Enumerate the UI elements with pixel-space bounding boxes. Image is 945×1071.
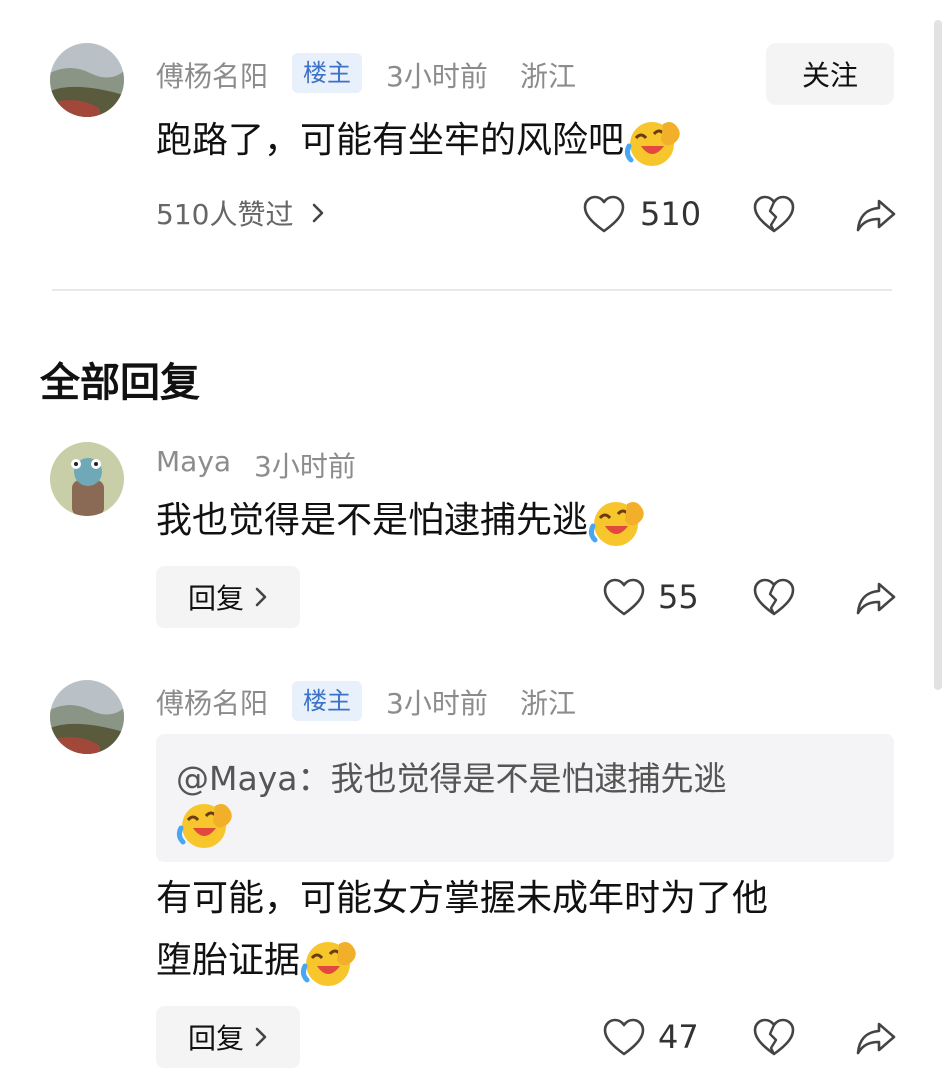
chevron-right-icon: [254, 1026, 268, 1048]
author-name[interactable]: 傅杨名阳: [156, 55, 268, 95]
comment-location: 浙江: [520, 687, 577, 720]
reply-text-line-1: 有可能，可能女方掌握未成年时为了他: [156, 878, 769, 919]
reply-text: 我也觉得是不是怕逮捕先逃: [156, 500, 589, 541]
comment-text: 跑路了，可能有坐牢的风险吧: [156, 120, 625, 161]
laugh-cry-emoji: [176, 798, 236, 850]
reply-text-line-2: 堕胎证据: [156, 940, 301, 981]
heart-icon[interactable]: [582, 195, 626, 235]
comment-time: 3小时前: [254, 450, 356, 483]
liked-by-text: 510人赞过: [156, 198, 294, 231]
reply-button[interactable]: 回复: [156, 1006, 300, 1068]
laugh-cry-emoji: [588, 496, 648, 548]
reply-label: 回复: [187, 582, 244, 615]
quote-text: @Maya：我也觉得是不是怕逮捕先逃: [176, 759, 727, 798]
comment-time: 3小时前: [386, 687, 488, 720]
laugh-cry-emoji: [300, 936, 360, 988]
share-icon[interactable]: [854, 1018, 898, 1058]
divider: [52, 289, 892, 291]
like-count: 55: [658, 578, 699, 616]
liked-by-link[interactable]: 510人赞过: [156, 193, 325, 233]
heart-icon[interactable]: [602, 1018, 646, 1058]
comment-body: 跑路了，可能有坐牢的风险吧: [156, 110, 684, 172]
reply-label: 回复: [187, 1022, 244, 1055]
broken-heart-icon[interactable]: [752, 195, 796, 235]
op-badge: 楼主: [292, 53, 362, 93]
quoted-reply[interactable]: @Maya：我也觉得是不是怕逮捕先逃: [156, 734, 894, 862]
like-count: 47: [658, 1018, 699, 1056]
share-icon[interactable]: [854, 578, 898, 618]
share-icon[interactable]: [854, 195, 898, 235]
reply-button[interactable]: 回复: [156, 566, 300, 628]
comment-location: 浙江: [520, 60, 577, 93]
laugh-cry-emoji: [624, 116, 684, 168]
comment-time: 3小时前: [386, 60, 488, 93]
follow-button[interactable]: 关注: [766, 43, 894, 105]
avatar[interactable]: [50, 442, 124, 516]
heart-icon[interactable]: [602, 578, 646, 618]
scrollbar[interactable]: [934, 20, 942, 690]
like-count: 510: [640, 195, 702, 233]
author-name[interactable]: Maya: [156, 445, 231, 478]
reply-body: 我也觉得是不是怕逮捕先逃: [156, 490, 648, 552]
author-name[interactable]: 傅杨名阳: [156, 682, 268, 722]
chevron-right-icon: [311, 202, 325, 224]
broken-heart-icon[interactable]: [752, 578, 796, 618]
chevron-right-icon: [254, 586, 268, 608]
op-badge: 楼主: [292, 681, 362, 721]
avatar[interactable]: [50, 680, 124, 754]
broken-heart-icon[interactable]: [752, 1018, 796, 1058]
section-title: 全部回复: [40, 360, 200, 406]
avatar[interactable]: [50, 43, 124, 117]
reply-body-line-2: 堕胎证据: [156, 930, 360, 992]
